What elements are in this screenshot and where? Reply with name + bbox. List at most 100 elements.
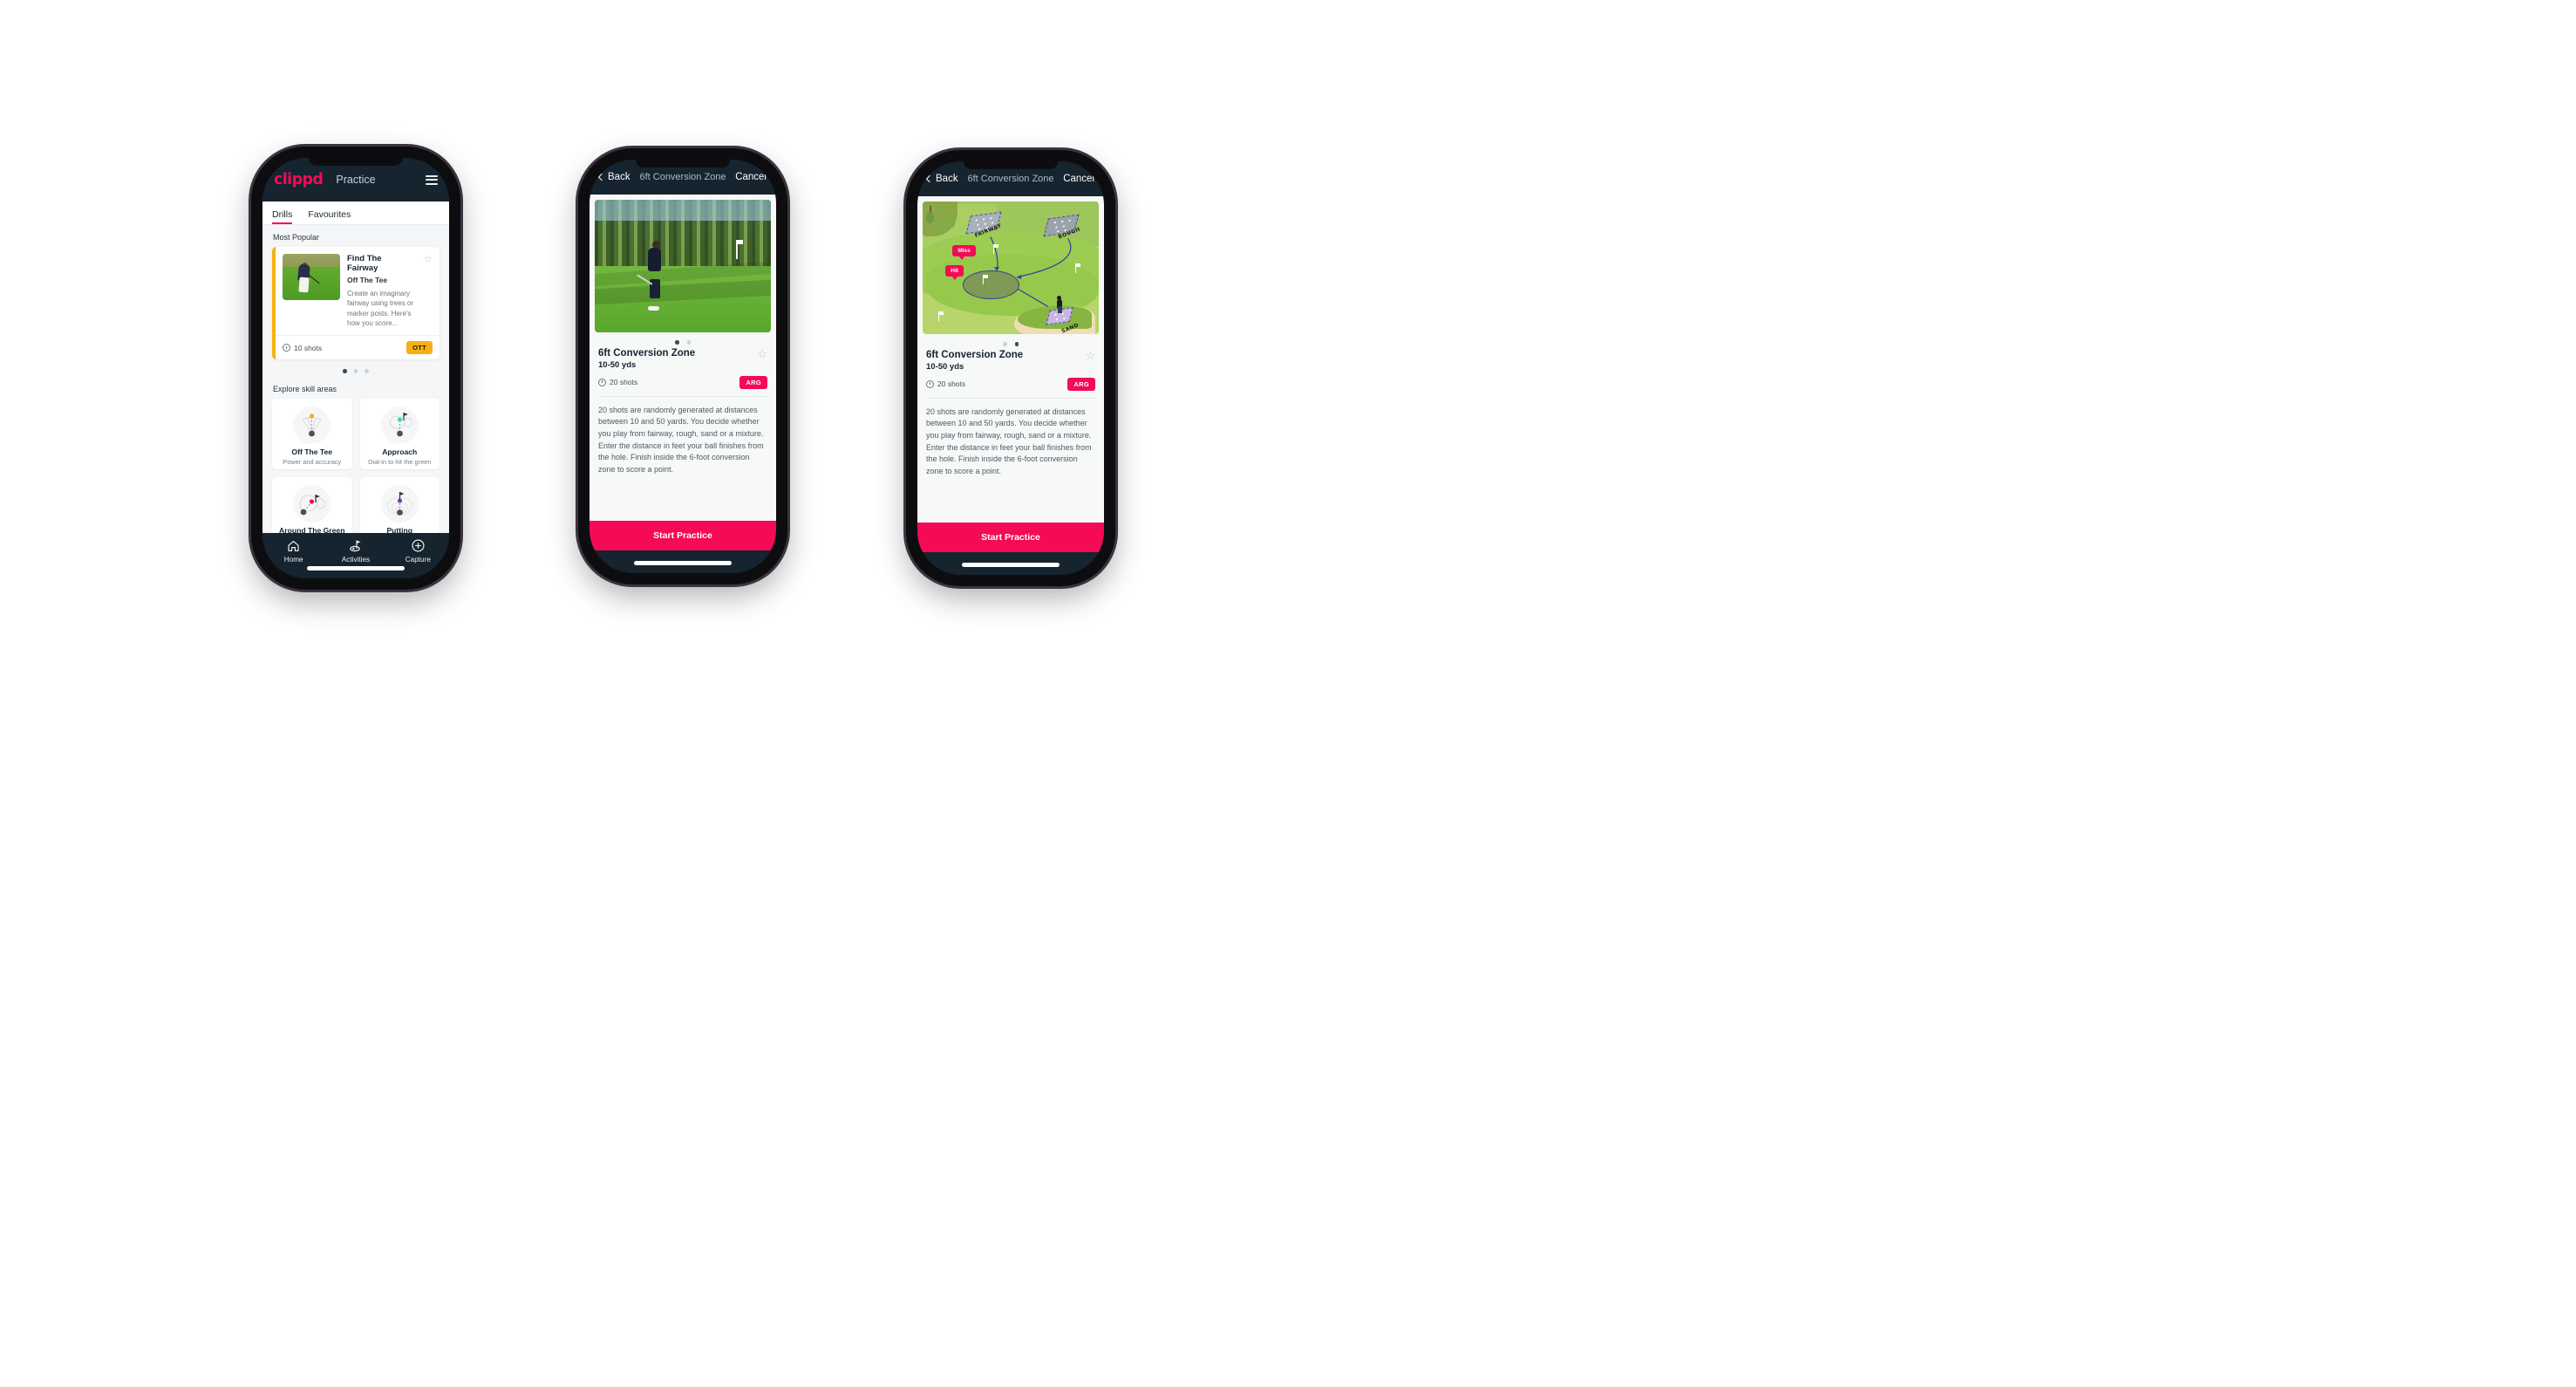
status-badge-ott: OTT <box>406 341 433 355</box>
phone-mockup-practice-list: clippd Practice Drills Favourites Most P… <box>251 147 460 590</box>
drill-summary: 6ft Conversion Zone 10-50 yds ☆ 20 shots… <box>917 350 1104 391</box>
flag-icon <box>1074 263 1081 274</box>
carousel-dots[interactable] <box>589 332 776 348</box>
chevron-left-icon <box>925 174 934 183</box>
detail-content: FAIRWAY ROUGH SAND Miss Hit 6ft Conversi… <box>917 196 1104 523</box>
skill-card-putting[interactable]: Putting Make and lag practice <box>359 476 440 533</box>
putting-rings-icon <box>380 484 419 523</box>
drill-media-photo[interactable] <box>595 200 771 332</box>
carousel-dots[interactable] <box>272 369 440 373</box>
flag-icon <box>938 311 945 321</box>
drill-shots: 20 shots <box>598 378 637 386</box>
carousel-dot[interactable] <box>686 340 691 345</box>
status-badge-arg: ARG <box>739 375 767 389</box>
section-title-most-popular: Most Popular <box>273 233 320 242</box>
status-badge-arg: ARG <box>1067 377 1095 391</box>
skill-subtitle: Dial-in to hit the green <box>368 457 432 466</box>
back-label: Back <box>936 174 958 184</box>
nav-label: Capture <box>405 556 431 564</box>
cancel-button[interactable]: Cancel <box>1063 174 1094 184</box>
home-indicator <box>307 566 405 571</box>
clock-icon <box>283 344 290 352</box>
clock-icon <box>598 378 606 386</box>
section-title-skill-areas: Explore skill areas <box>273 384 337 393</box>
device-notch <box>309 158 403 166</box>
phone-mockup-drill-detail-illustration: Back 6ft Conversion Zone Cancel FAIRWAY … <box>906 150 1115 586</box>
cta-container: Start Practice <box>589 521 776 550</box>
drill-yardage: 10-50 yds <box>598 359 637 370</box>
phone-mockup-drill-detail-photo: Back 6ft Conversion Zone Cancel 6ft Conv… <box>578 148 787 584</box>
clock-icon <box>926 379 934 388</box>
skill-card-approach[interactable]: Approach Dial-in to hit the green <box>359 398 440 469</box>
plus-circle-icon <box>412 539 425 552</box>
flag-icon <box>982 274 989 284</box>
drill-shots: 20 shots <box>926 379 965 388</box>
drill-category: Off The Tee <box>347 275 388 284</box>
drill-description: 20 shots are randomly generated at dista… <box>598 405 764 474</box>
carousel-dot[interactable] <box>365 369 369 373</box>
chip-green-icon <box>293 484 331 523</box>
home-icon <box>287 539 300 552</box>
carousel-dot[interactable] <box>1014 342 1019 346</box>
drill-yardage: 10-50 yds <box>926 361 964 372</box>
skill-name: Approach <box>382 447 418 456</box>
drill-summary: 6ft Conversion Zone 10-50 yds ☆ 20 shots… <box>589 348 776 389</box>
drill-shots-label: 10 shots <box>294 343 323 352</box>
start-practice-button[interactable]: Start Practice <box>589 521 776 550</box>
drill-title: 6ft Conversion Zone <box>926 349 1024 360</box>
screenshot-canvas: clippd Practice Drills Favourites Most P… <box>0 0 2576 1387</box>
skill-subtitle: Power and accuracy <box>283 457 342 466</box>
carousel-dot[interactable] <box>675 340 679 345</box>
drill-shots-label: 20 shots <box>937 379 966 388</box>
carousel-dot[interactable] <box>343 369 347 373</box>
skill-card-around-the-green[interactable]: Around The Green Hone your short game <box>272 476 352 533</box>
detail-content: 6ft Conversion Zone 10-50 yds ☆ 20 shots… <box>589 195 776 521</box>
drill-thumbnail <box>283 254 340 300</box>
practice-content: Most Popular Find The Fairway Off The Te… <box>262 225 449 533</box>
nav-item-home[interactable]: Home <box>262 539 324 578</box>
nav-item-activities[interactable]: Activities <box>324 539 386 578</box>
drill-title: Find The Fairway <box>347 254 382 274</box>
flag-icon <box>992 243 999 254</box>
skill-card-off-the-tee[interactable]: Off The Tee Power and accuracy <box>272 398 352 469</box>
green-approach-icon <box>380 406 419 444</box>
golfer-figure <box>1056 295 1064 313</box>
drill-description: 20 shots are randomly generated at dista… <box>926 407 1092 475</box>
bottom-navigation: Home Activities Capture <box>262 533 449 578</box>
cancel-button[interactable]: Cancel <box>735 172 767 182</box>
nav-label: Activities <box>341 556 371 564</box>
skill-name: Around The Green <box>279 525 345 533</box>
star-outline-icon[interactable]: ☆ <box>1085 350 1095 361</box>
start-practice-button[interactable]: Start Practice <box>917 523 1104 552</box>
drill-shots-label: 20 shots <box>610 378 638 386</box>
drill-description: Create an imaginary fairway using trees … <box>347 289 414 327</box>
app-logo[interactable]: clippd <box>274 171 324 188</box>
miss-marker: Miss <box>952 245 976 261</box>
tab-favourites[interactable]: Favourites <box>308 209 359 224</box>
skill-name: Off The Tee <box>291 447 333 456</box>
chevron-left-icon <box>597 173 606 181</box>
star-outline-icon[interactable]: ☆ <box>423 254 433 328</box>
golf-flag-icon <box>349 539 363 552</box>
skill-name: Putting <box>386 525 413 533</box>
carousel-dot[interactable] <box>1003 342 1007 346</box>
star-outline-icon[interactable]: ☆ <box>757 348 767 359</box>
tab-bar: Drills Favourites <box>262 202 449 225</box>
hamburger-icon[interactable] <box>426 174 438 185</box>
hit-marker: Hit <box>945 264 964 280</box>
drill-shots: 10 shots <box>283 344 322 352</box>
back-label: Back <box>608 172 630 182</box>
back-button[interactable]: Back <box>597 172 630 182</box>
nav-label: Home <box>283 556 303 564</box>
nav-item-capture[interactable]: Capture <box>387 539 449 578</box>
carousel-dots[interactable] <box>917 334 1104 350</box>
drill-media-illustration[interactable]: FAIRWAY ROUGH SAND Miss Hit <box>923 202 1099 334</box>
drill-card-find-the-fairway[interactable]: Find The Fairway Off The Tee Create an i… <box>272 247 440 360</box>
cta-container: Start Practice <box>917 523 1104 552</box>
tee-fan-icon <box>293 406 331 444</box>
tab-drills[interactable]: Drills <box>272 209 301 224</box>
carousel-dot[interactable] <box>353 369 358 373</box>
home-indicator <box>962 563 1060 567</box>
device-notch <box>964 161 1058 169</box>
back-button[interactable]: Back <box>925 174 958 184</box>
